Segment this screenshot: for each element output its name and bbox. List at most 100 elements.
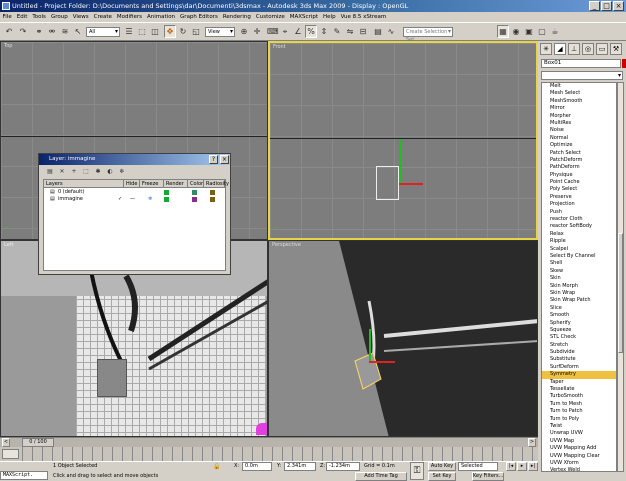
menu-group[interactable]: Group bbox=[48, 12, 70, 22]
modifier-item[interactable]: Push bbox=[542, 209, 616, 216]
go-to-start-icon[interactable]: |◂ bbox=[506, 462, 516, 471]
modifier-item[interactable]: Turn to Poly bbox=[542, 416, 616, 423]
scrollbar-thumb[interactable] bbox=[618, 233, 623, 353]
viewport-top-label[interactable]: Top bbox=[4, 43, 12, 49]
menu-animation[interactable]: Animation bbox=[145, 12, 178, 22]
link-icon[interactable]: ⚭ bbox=[33, 25, 45, 38]
active-layer-check[interactable]: ✓ bbox=[118, 196, 122, 203]
menu-maxscript[interactable]: MAXScript bbox=[287, 12, 320, 22]
modifier-item[interactable]: Scalpel bbox=[542, 246, 616, 253]
select-scale-icon[interactable]: ◱ bbox=[190, 25, 202, 38]
viewport-perspective[interactable]: Perspective bbox=[268, 240, 538, 437]
create-layer-icon[interactable]: ▤ bbox=[45, 167, 55, 177]
modifier-item[interactable]: Shell bbox=[542, 260, 616, 267]
modifier-item[interactable]: Mirror bbox=[542, 105, 616, 112]
box-object-outline[interactable] bbox=[376, 166, 399, 200]
modifier-item[interactable]: UVW Mapping Clear bbox=[542, 453, 616, 460]
col-color[interactable]: Color bbox=[188, 180, 204, 188]
align-icon[interactable]: ⊟ bbox=[357, 25, 369, 38]
hierarchy-tab-icon[interactable]: ⊥ bbox=[568, 43, 580, 55]
modifier-item[interactable]: Taper bbox=[542, 379, 616, 386]
modifier-item[interactable]: Unwrap UVW bbox=[542, 430, 616, 437]
layer-row[interactable]: ▤ 0 (default) bbox=[44, 189, 225, 196]
layer-help-button[interactable]: ? bbox=[209, 155, 218, 164]
menu-views[interactable]: Views bbox=[70, 12, 91, 22]
hide-toggle[interactable]: — bbox=[130, 196, 135, 203]
maximize-button[interactable]: □ bbox=[601, 1, 612, 11]
modifier-item[interactable]: Skin Wrap Patch bbox=[542, 297, 616, 304]
select-region-icon[interactable]: ⬚ bbox=[136, 25, 148, 38]
menu-rendering[interactable]: Rendering bbox=[220, 12, 253, 22]
select-by-name-icon[interactable]: ☰ bbox=[123, 25, 135, 38]
x-coordinate-field[interactable]: 0.0m bbox=[242, 462, 272, 471]
lock-selection-icon[interactable]: 🔒 bbox=[213, 463, 220, 470]
snap-toggle-icon[interactable]: ⌖ bbox=[279, 25, 291, 38]
gizmo-y-axis[interactable] bbox=[399, 139, 401, 183]
modifier-item[interactable]: PatchDeform bbox=[542, 157, 616, 164]
menu-tools[interactable]: Tools bbox=[30, 12, 49, 22]
key-mode-dropdown[interactable]: Selected bbox=[458, 462, 498, 471]
persp-gizmo-y[interactable] bbox=[369, 329, 371, 361]
modifier-item[interactable]: Substitute bbox=[542, 356, 616, 363]
create-tab-icon[interactable]: ✳ bbox=[540, 43, 552, 55]
close-button[interactable]: × bbox=[613, 1, 624, 11]
quick-render-icon[interactable]: ☕ bbox=[549, 25, 561, 38]
named-selection-set-dropdown[interactable]: Create Selection Set bbox=[403, 27, 453, 43]
modifier-item[interactable]: Projection bbox=[542, 201, 616, 208]
modifier-item[interactable]: Turn to Patch bbox=[542, 408, 616, 415]
set-key-mode-icon[interactable]: ⚿ bbox=[410, 462, 424, 480]
modifier-item[interactable]: Point Cache bbox=[542, 179, 616, 186]
modifier-item[interactable]: Melt bbox=[542, 83, 616, 90]
modifier-item[interactable]: Noise bbox=[542, 127, 616, 134]
y-coordinate-field[interactable]: 2.341m bbox=[284, 462, 316, 471]
modifier-item[interactable]: Patch Select bbox=[542, 150, 616, 157]
select-rotate-icon[interactable]: ↻ bbox=[177, 25, 189, 38]
layer-color-swatch[interactable] bbox=[192, 197, 197, 202]
modifier-item[interactable]: reactor SoftBody bbox=[542, 223, 616, 230]
unlink-icon[interactable]: ⚮ bbox=[46, 25, 58, 38]
utilities-tab-icon[interactable]: ⚒ bbox=[610, 43, 622, 55]
modifier-item[interactable]: Tessellate bbox=[542, 386, 616, 393]
menu-modifiers[interactable]: Modifiers bbox=[114, 12, 144, 22]
col-freeze[interactable]: Freeze bbox=[140, 180, 164, 188]
modifier-item[interactable]: UVW Mapping Add bbox=[542, 445, 616, 452]
reference-coord-dropdown[interactable]: View bbox=[205, 27, 235, 37]
mirror-icon[interactable]: ⇋ bbox=[344, 25, 356, 38]
menu-graph-editors[interactable]: Graph Editors bbox=[178, 12, 221, 22]
menu-help[interactable]: Help bbox=[321, 12, 339, 22]
menu-edit[interactable]: Edit bbox=[14, 12, 30, 22]
angle-snap-icon[interactable]: ∠ bbox=[292, 25, 304, 38]
layer-row[interactable]: ▤ immagine ✓ — ❄ bbox=[44, 196, 225, 203]
viewport-front-label[interactable]: Front bbox=[273, 44, 286, 50]
layer-close-button[interactable]: × bbox=[220, 155, 229, 164]
modifier-item[interactable]: MeshSmooth bbox=[542, 98, 616, 105]
menu-customize[interactable]: Customize bbox=[253, 12, 287, 22]
modifier-item[interactable]: Subdivide bbox=[542, 349, 616, 356]
curve-editor-icon[interactable]: ∿ bbox=[385, 25, 397, 38]
modifier-item[interactable]: Morpher bbox=[542, 113, 616, 120]
trackbar-open-icon[interactable] bbox=[2, 449, 19, 459]
layer-manager-icon[interactable]: ▤ bbox=[372, 25, 384, 38]
time-slider[interactable]: < 0 / 100 > bbox=[0, 437, 538, 447]
modifier-item[interactable]: Ripple bbox=[542, 238, 616, 245]
modifier-item[interactable]: Select By Channel bbox=[542, 253, 616, 260]
select-in-layer-icon[interactable]: ⬚ bbox=[81, 167, 91, 177]
time-prev-icon[interactable]: < bbox=[2, 438, 10, 447]
col-hide[interactable]: Hide bbox=[124, 180, 140, 188]
col-radiosity[interactable]: Radiosity bbox=[204, 180, 229, 188]
modifier-item[interactable]: Smooth bbox=[542, 312, 616, 319]
modifier-item[interactable]: Physique bbox=[542, 172, 616, 179]
viewport-front[interactable]: Front ⌞ bbox=[268, 41, 538, 240]
z-coordinate-field[interactable]: -1.234m bbox=[326, 462, 360, 471]
modifier-item[interactable]: Twist bbox=[542, 423, 616, 430]
bind-spacewarp-icon[interactable]: ≋ bbox=[59, 25, 71, 38]
freeze-all-icon[interactable]: ❄ bbox=[117, 167, 127, 177]
object-color-swatch[interactable] bbox=[622, 59, 626, 68]
modifier-item[interactable]: STL Check bbox=[542, 334, 616, 341]
modifier-item[interactable]: Normal bbox=[542, 135, 616, 142]
schematic-view-icon[interactable]: ▦ bbox=[497, 25, 509, 38]
modifier-item[interactable]: UVW Xform bbox=[542, 460, 616, 467]
selection-filter-dropdown[interactable]: All bbox=[86, 27, 120, 37]
manipulate-icon[interactable]: ✛ bbox=[251, 25, 263, 38]
gizmo-x-axis[interactable] bbox=[399, 183, 423, 185]
